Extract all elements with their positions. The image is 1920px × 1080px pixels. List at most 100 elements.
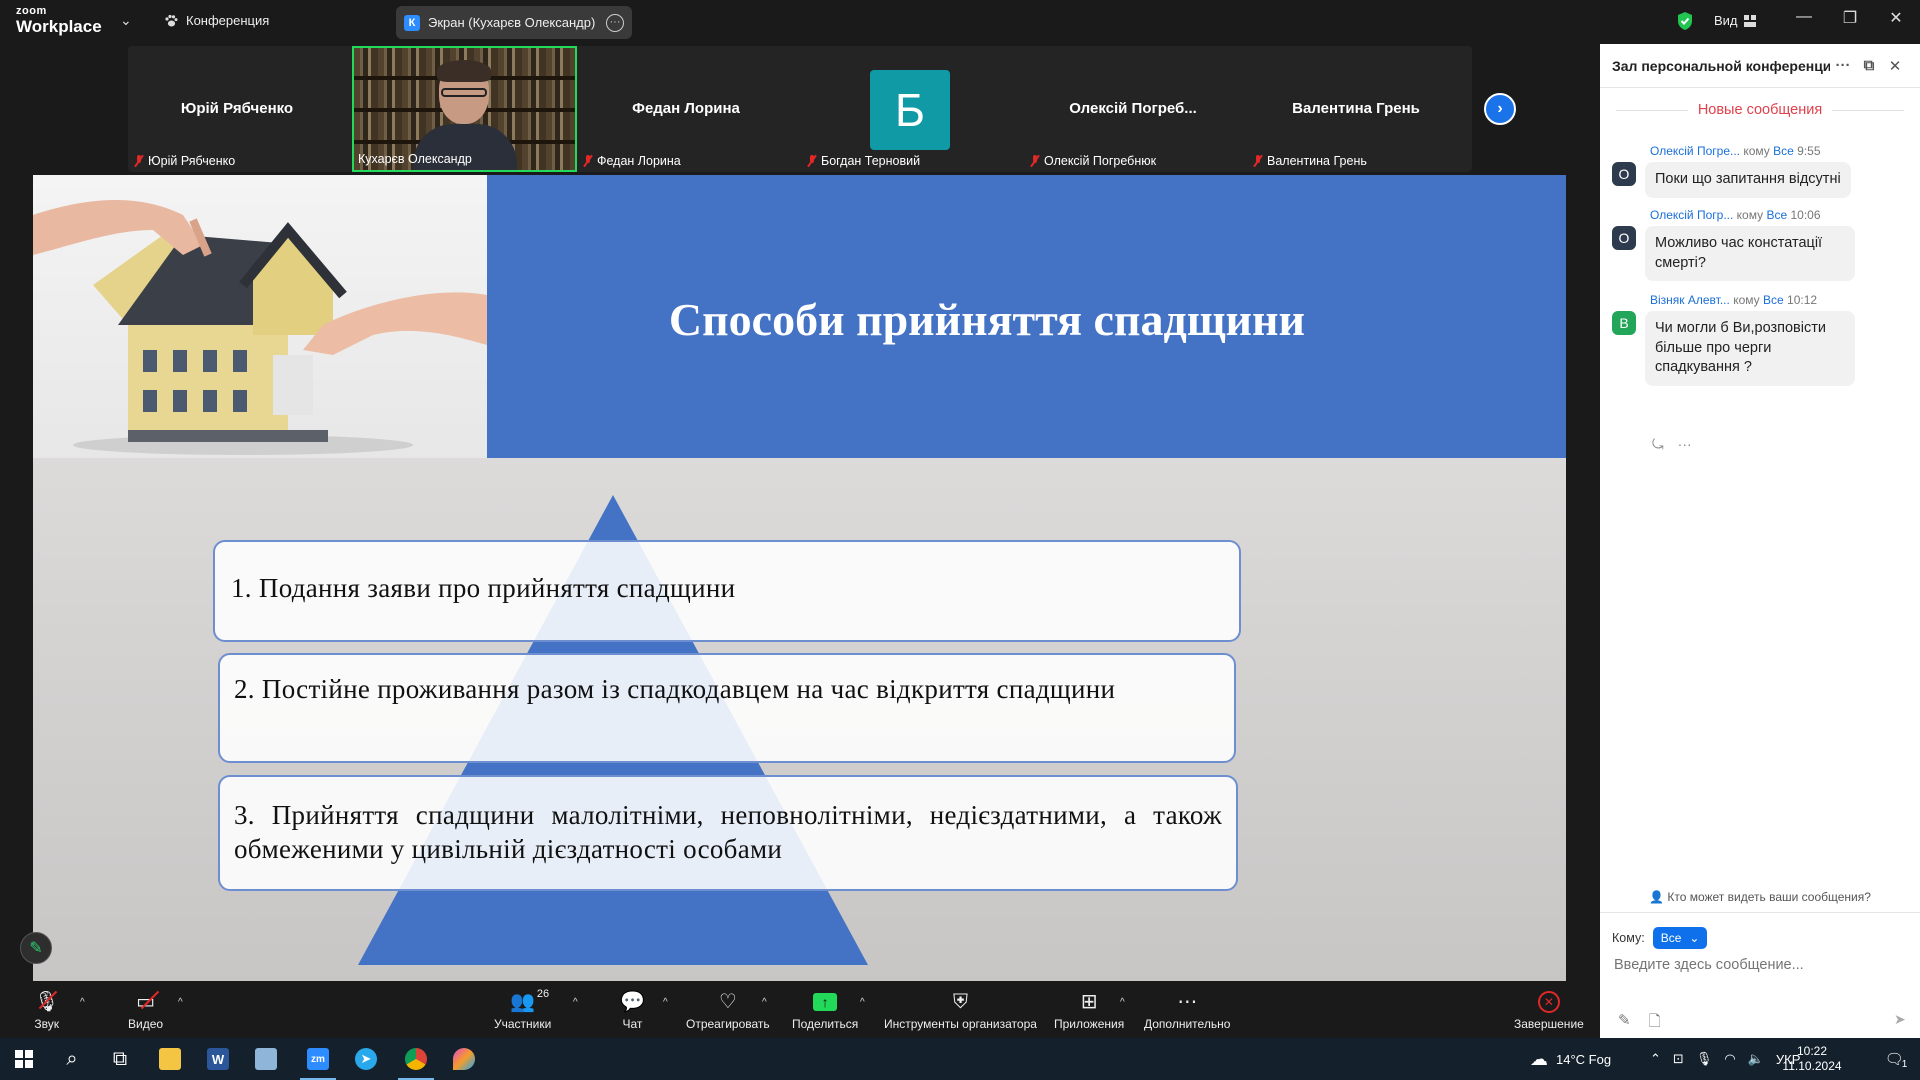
next-page-button[interactable]: › bbox=[1484, 93, 1516, 125]
recipient: Все bbox=[1762, 293, 1784, 307]
participant-name: Юрій Рябченко bbox=[180, 100, 294, 117]
method-item-1-text: 1. Подання заяви про прийняття спадщини bbox=[231, 573, 736, 603]
participant-caption: Кухарєв Олександр bbox=[358, 152, 472, 166]
share-screen-icon: ↑ bbox=[813, 989, 838, 1015]
end-meeting-button[interactable]: ✕ Завершение bbox=[1514, 981, 1584, 1038]
format-text-icon[interactable]: ✎ bbox=[1618, 1011, 1631, 1036]
participant-tile[interactable]: Б Богдан Терновий bbox=[801, 46, 1019, 172]
paw-icon bbox=[165, 14, 178, 26]
mic-muted-icon bbox=[1253, 155, 1263, 167]
zoom-logo[interactable]: zoom Workplace bbox=[16, 6, 102, 36]
shield-icon: ⛨ bbox=[952, 990, 968, 1013]
search-icon[interactable]: ⌕ bbox=[48, 1038, 96, 1080]
notifications-icon[interactable]: 🗨 1 bbox=[1872, 1038, 1920, 1080]
encryption-shield-icon[interactable] bbox=[1676, 11, 1694, 31]
participant-tile[interactable]: Олексій Погреб... Олексій Погребнюк bbox=[1024, 46, 1242, 172]
participant-caption: Юрій Рябченко bbox=[134, 154, 235, 168]
audio-button[interactable]: 🎙 Звук bbox=[34, 981, 59, 1038]
task-view-icon[interactable]: ⧉ bbox=[96, 1038, 144, 1080]
close-icon[interactable]: ✕ bbox=[1881, 8, 1911, 28]
video-label: Видео bbox=[128, 1016, 164, 1031]
caption-text: Олексій Погребнюк bbox=[1044, 154, 1157, 168]
apps-options-caret[interactable]: ^ bbox=[1120, 997, 1125, 1008]
end-label: Завершение bbox=[1514, 1016, 1584, 1031]
more-button[interactable]: ⋯ Дополнительно bbox=[1144, 981, 1230, 1038]
active-speaker-tile[interactable]: Кухарєв Олександр bbox=[352, 46, 577, 172]
grid-icon bbox=[1743, 14, 1756, 27]
react-options-caret[interactable]: ^ bbox=[762, 997, 767, 1008]
chevron-down-icon[interactable]: ⌄ bbox=[120, 12, 132, 29]
sender-avatar: В bbox=[1612, 311, 1636, 335]
participant-caption: Федан Лорина bbox=[583, 154, 681, 168]
restore-icon[interactable]: ❐ bbox=[1835, 8, 1865, 28]
participant-name: Олексій Погреб... bbox=[1069, 100, 1197, 117]
drop-app-icon[interactable] bbox=[440, 1038, 488, 1080]
sender-name: Олексій Погр... bbox=[1650, 208, 1734, 222]
share-options-caret[interactable]: ^ bbox=[860, 997, 865, 1008]
more-options-icon[interactable]: ··· bbox=[606, 13, 624, 32]
file-explorer-icon[interactable] bbox=[146, 1038, 194, 1080]
send-icon[interactable]: ➤ bbox=[1894, 1011, 1906, 1028]
message-time: 9:55 bbox=[1797, 144, 1821, 158]
chat-message-input[interactable] bbox=[1614, 957, 1910, 973]
wifi-icon[interactable]: ◠ bbox=[1724, 1051, 1735, 1067]
speaker-icon[interactable]: 🔈 bbox=[1748, 1051, 1764, 1067]
close-chat-icon[interactable]: ✕ bbox=[1882, 57, 1908, 75]
participant-tile[interactable]: Юрій Рябченко Юрій Рябченко bbox=[128, 46, 346, 172]
recipient-row: Кому: Все ⌄ bbox=[1612, 927, 1708, 949]
visibility-hint[interactable]: 👤 Кто может видеть ваши сообщения? bbox=[1600, 890, 1920, 904]
video-options-caret[interactable]: ^ bbox=[178, 997, 183, 1008]
notes-app-icon[interactable] bbox=[242, 1038, 290, 1080]
zoom-taskbar-icon[interactable]: zm bbox=[294, 1038, 342, 1080]
conference-menu[interactable]: Конференция bbox=[164, 13, 269, 28]
people-icon: 👤 bbox=[1649, 890, 1665, 904]
reply-icon[interactable]: ⤿ bbox=[1652, 436, 1664, 453]
audio-options-caret[interactable]: ^ bbox=[80, 997, 85, 1008]
participant-name: Валентина Грень bbox=[1292, 100, 1420, 117]
apps-label: Приложения bbox=[1054, 1016, 1125, 1031]
chevron-up-icon[interactable]: ⌃ bbox=[1650, 1051, 1661, 1067]
sharer-badge: К bbox=[404, 14, 420, 31]
chat-button[interactable]: 💬 Чат bbox=[620, 981, 645, 1038]
sender-avatar: О bbox=[1612, 226, 1636, 250]
clock[interactable]: 10:22 11.10.2024 bbox=[1772, 1044, 1852, 1074]
weather-text: 14°C Fog bbox=[1556, 1051, 1612, 1067]
apps-icon: ⊞ bbox=[1080, 990, 1098, 1013]
clock-time: 10:22 bbox=[1796, 1044, 1828, 1058]
apps-button[interactable]: ⊞ Приложения bbox=[1054, 981, 1124, 1038]
participant-tile[interactable]: Валентина Грень Валентина Грень bbox=[1247, 46, 1465, 172]
chat-options-caret[interactable]: ^ bbox=[663, 997, 668, 1008]
telegram-icon[interactable]: ➤ bbox=[342, 1038, 390, 1080]
participants-icon: 👥 26 bbox=[510, 988, 549, 1015]
message-more-icon[interactable]: ··· bbox=[1678, 436, 1692, 453]
share-button[interactable]: ↑ Поделиться bbox=[792, 981, 858, 1038]
file-icon[interactable]: 🗋 bbox=[1649, 1011, 1661, 1036]
chrome-icon[interactable] bbox=[392, 1038, 440, 1080]
host-tools-button[interactable]: ⛨ Инструменты организатора bbox=[884, 981, 1037, 1038]
weather-widget[interactable]: ☁ 14°C Fog bbox=[1530, 1038, 1611, 1080]
microphone-icon[interactable]: 🎙 bbox=[1696, 1051, 1713, 1067]
participants-options-caret[interactable]: ^ bbox=[573, 997, 578, 1008]
participants-button[interactable]: 👥 26 Участники bbox=[494, 981, 551, 1038]
meet-now-icon[interactable]: ⊡ bbox=[1673, 1051, 1684, 1067]
method-item-2: 2. Постійне проживання разом із спадкода… bbox=[218, 653, 1236, 763]
minimize-icon[interactable]: — bbox=[1789, 8, 1819, 26]
view-button[interactable]: Вид bbox=[1714, 13, 1756, 28]
shared-screen-tab[interactable]: К Экран (Кухарєв Олександр) ··· bbox=[396, 6, 632, 39]
participant-gallery: Юрій Рябченко Юрій Рябченко Кухарєв Олек… bbox=[128, 46, 1472, 172]
word-icon[interactable]: W bbox=[194, 1038, 242, 1080]
pop-out-icon[interactable]: ⧉ bbox=[1856, 57, 1882, 74]
recipient-select[interactable]: Все ⌄ bbox=[1652, 927, 1708, 949]
video-button[interactable]: ▭ Видео bbox=[128, 981, 163, 1038]
annotate-pencil-icon[interactable]: ✎ bbox=[20, 932, 52, 964]
recipient: Все bbox=[1773, 144, 1794, 158]
windows-taskbar: ⌕ ⧉ W zm ➤ ☁ 14°C Fog ⌃ ⊡ 🎙 ◠ 🔈 УКР 10:2… bbox=[0, 1038, 1920, 1080]
more-icon[interactable]: ··· bbox=[1830, 57, 1856, 74]
zoom-window: zoom Workplace ⌄ Конференция К Экран (Ку… bbox=[0, 0, 1920, 1038]
visibility-hint-text: Кто может видеть ваши сообщения? bbox=[1667, 890, 1871, 904]
windows-start-icon[interactable] bbox=[0, 1038, 48, 1080]
react-button[interactable]: ♡ Отреагировать bbox=[686, 981, 770, 1038]
sender-name: Візняк Алевт... bbox=[1650, 293, 1730, 307]
participant-tile[interactable]: Федан Лорина Федан Лорина bbox=[577, 46, 795, 172]
cloud-icon: ☁ bbox=[1530, 1048, 1548, 1069]
